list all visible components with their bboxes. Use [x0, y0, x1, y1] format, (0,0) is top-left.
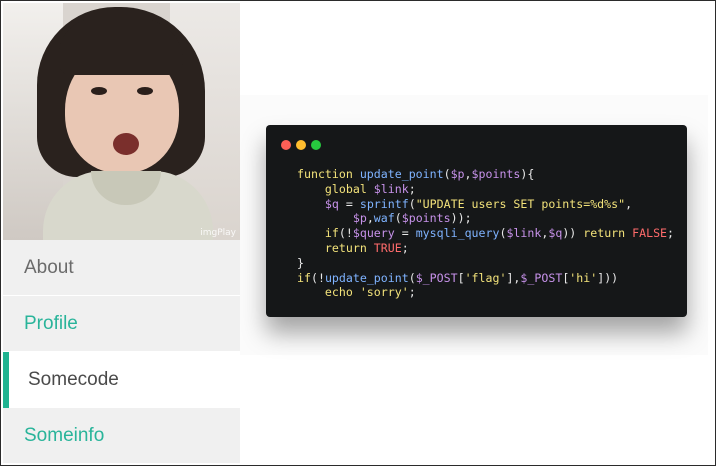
sidebar: imgPlay About Profile Somecode Someinfo	[3, 3, 240, 465]
code-block: function update_point($p,$points){ globa…	[297, 167, 675, 300]
minimize-dot-icon	[296, 140, 306, 150]
sidebar-item-somecode[interactable]: Somecode	[3, 352, 240, 408]
photo-watermark: imgPlay	[200, 228, 236, 238]
sidebar-item-label: About	[24, 257, 74, 278]
photo-bangs	[59, 19, 183, 75]
page-frame: imgPlay About Profile Somecode Someinfo …	[0, 0, 716, 466]
sidebar-menu: About Profile Somecode Someinfo	[3, 240, 240, 464]
sidebar-item-someinfo[interactable]: Someinfo	[3, 408, 240, 464]
sidebar-item-about[interactable]: About	[3, 240, 240, 296]
sidebar-item-label: Profile	[24, 313, 78, 334]
sidebar-item-label: Someinfo	[24, 425, 105, 446]
window-controls	[281, 137, 326, 155]
code-window: function update_point($p,$points){ globa…	[266, 125, 687, 317]
close-dot-icon	[281, 140, 291, 150]
photo-shirt	[43, 171, 213, 240]
profile-photo: imgPlay	[3, 3, 240, 240]
photo-mouth	[113, 133, 139, 155]
photo-eye-left	[91, 87, 107, 95]
sidebar-item-label: Somecode	[28, 369, 119, 390]
photo-eye-right	[137, 87, 153, 95]
sidebar-item-profile[interactable]: Profile	[3, 296, 240, 352]
maximize-dot-icon	[311, 140, 321, 150]
